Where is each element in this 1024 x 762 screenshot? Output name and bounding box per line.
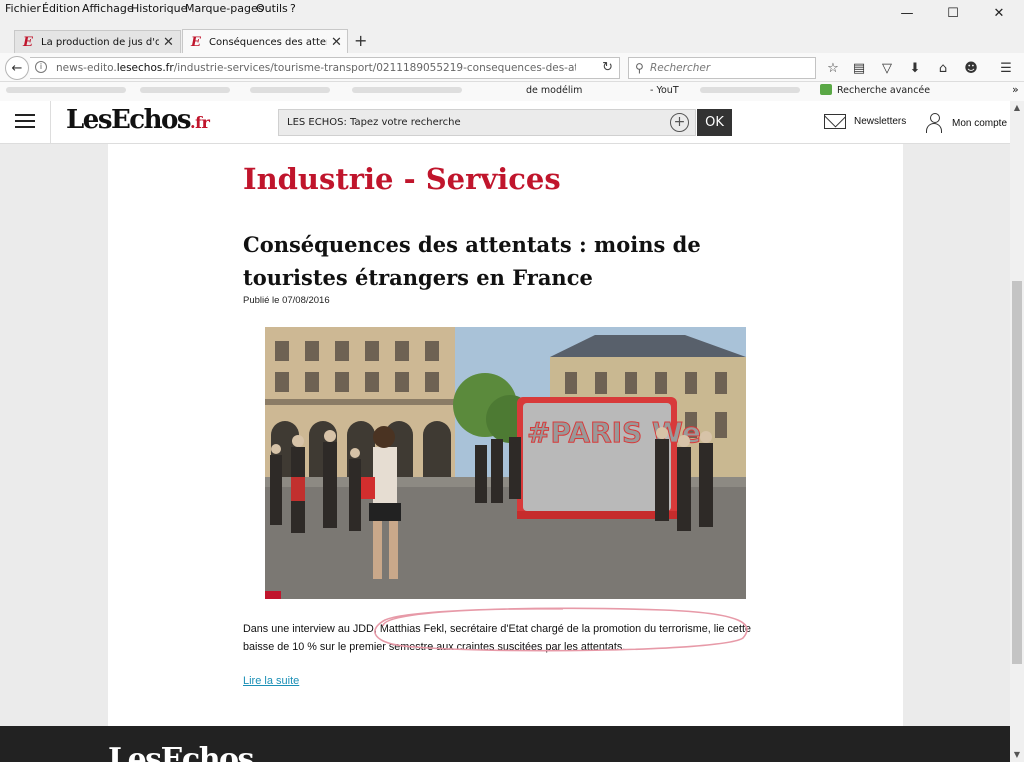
hamburger-menu-icon[interactable]: ☰ bbox=[996, 58, 1016, 78]
section-title[interactable]: Industrie - Services bbox=[243, 162, 561, 196]
bookmark-blurred[interactable] bbox=[352, 87, 462, 93]
search-placeholder: Rechercher bbox=[650, 62, 711, 74]
tab-title: Conséquences des attenta... bbox=[209, 36, 327, 48]
bookmarks-overflow-icon[interactable]: » bbox=[1012, 83, 1019, 96]
lesechos-favicon-icon: E bbox=[191, 34, 201, 50]
footer-logo[interactable]: LesEchos bbox=[108, 742, 254, 762]
scrollbar-thumb[interactable] bbox=[1012, 281, 1022, 664]
bookmark-blurred[interactable] bbox=[140, 87, 230, 93]
smiley-icon[interactable]: ☻ bbox=[961, 58, 981, 78]
speech-bubble-icon bbox=[820, 84, 832, 95]
bookmark-blurred[interactable] bbox=[6, 87, 126, 93]
search-icon: ⚲ bbox=[635, 61, 644, 75]
tab-close-icon[interactable]: ✕ bbox=[163, 35, 174, 50]
search-ok-button[interactable]: OK bbox=[697, 109, 732, 136]
window-controls: — ☐ ✕ bbox=[884, 0, 1024, 26]
web-page: LesEchos.fr LES ECHOS: Tapez votre reche… bbox=[0, 101, 1010, 762]
site-search-input[interactable]: LES ECHOS: Tapez votre recherche + bbox=[278, 109, 696, 136]
bookmarks-toolbar: de modélim - YouT Recherche avancée » bbox=[0, 82, 1024, 101]
browser-search-input[interactable]: ⚲ Rechercher bbox=[628, 57, 816, 79]
new-tab-button[interactable]: + bbox=[354, 31, 367, 50]
article-photo: #PARIS We bbox=[265, 327, 746, 599]
navigation-bar: ← i news-edito.lesechos.fr/industrie-ser… bbox=[0, 53, 1024, 82]
envelope-icon bbox=[824, 114, 846, 129]
menu-help[interactable]: ? bbox=[290, 2, 296, 15]
browser-chrome: Fichier Édition Affichage Historique Mar… bbox=[0, 0, 1024, 101]
maximize-button[interactable]: ☐ bbox=[930, 0, 976, 26]
menu-historique[interactable]: Historique bbox=[131, 2, 187, 15]
publication-date: Publié le 07/08/2016 bbox=[243, 295, 330, 306]
menu-affichage[interactable]: Affichage bbox=[82, 2, 134, 15]
bookmark-item[interactable]: de modélim bbox=[526, 85, 582, 96]
newsletters-link[interactable]: Newsletters bbox=[824, 114, 906, 129]
divider bbox=[50, 101, 51, 144]
back-button[interactable]: ← bbox=[5, 56, 29, 80]
article-summary: Dans une interview au JDD, Matthias Fekl… bbox=[243, 623, 751, 653]
minimize-button[interactable]: — bbox=[884, 0, 930, 26]
sculpture-text: #PARIS We bbox=[527, 416, 701, 449]
home-icon[interactable]: ⌂ bbox=[933, 58, 953, 78]
user-icon bbox=[926, 113, 944, 133]
bookmark-star-icon[interactable]: ☆ bbox=[823, 58, 843, 78]
article-content: Industrie - Services Conséquences des at… bbox=[108, 144, 903, 726]
tab-jus-orange[interactable]: E La production de jus d'ora... ✕ bbox=[14, 30, 181, 54]
bookmark-blurred[interactable] bbox=[700, 87, 800, 93]
menu-outils[interactable]: Outils bbox=[256, 2, 288, 15]
scroll-down-icon[interactable]: ▼ bbox=[1010, 748, 1024, 762]
site-footer: LesEchos bbox=[0, 726, 1010, 762]
menu-edition[interactable]: Édition bbox=[42, 2, 80, 15]
site-menu-icon[interactable] bbox=[15, 114, 35, 129]
reload-icon[interactable]: ↻ bbox=[602, 60, 613, 75]
site-header: LesEchos.fr LES ECHOS: Tapez votre reche… bbox=[0, 101, 1010, 144]
arrow-left-icon: ← bbox=[11, 60, 23, 76]
pocket-icon[interactable]: ▽ bbox=[877, 58, 897, 78]
minimize-icon: — bbox=[900, 5, 914, 21]
account-label: Mon compte bbox=[952, 117, 1008, 129]
tab-strip: E La production de jus d'ora... ✕ E Cons… bbox=[0, 26, 1024, 54]
article-headline: Conséquences des attentats : moins de to… bbox=[243, 232, 701, 290]
bookmark-blurred[interactable] bbox=[250, 87, 330, 93]
url-text: news-edito.lesechos.fr/industrie-service… bbox=[56, 62, 576, 74]
plus-circle-icon[interactable]: + bbox=[670, 113, 689, 132]
newsletters-label: Newsletters bbox=[854, 116, 907, 127]
close-icon: ✕ bbox=[993, 5, 1005, 21]
tab-consequences-attentats[interactable]: E Conséquences des attenta... ✕ bbox=[182, 29, 348, 54]
menu-fichier[interactable]: Fichier bbox=[5, 2, 41, 15]
bookmark-item[interactable]: - YouT bbox=[650, 85, 679, 96]
menu-bar: Fichier Édition Affichage Historique Mar… bbox=[0, 0, 1024, 22]
menu-marque-pages[interactable]: Marque-pages bbox=[185, 2, 263, 15]
bookmark-recherche-avancee[interactable]: Recherche avancée bbox=[837, 85, 930, 96]
download-icon[interactable]: ⬇ bbox=[905, 58, 925, 78]
site-search-placeholder: LES ECHOS: Tapez votre recherche bbox=[287, 117, 461, 128]
account-link[interactable]: Mon compte bbox=[926, 113, 1007, 133]
scroll-up-icon[interactable]: ▲ bbox=[1010, 101, 1024, 115]
reading-list-icon[interactable]: ▤ bbox=[849, 58, 869, 78]
read-more-link[interactable]: Lire la suite bbox=[243, 675, 299, 687]
close-window-button[interactable]: ✕ bbox=[976, 0, 1022, 26]
lesechos-favicon-icon: E bbox=[23, 35, 33, 50]
url-bar[interactable]: i news-edito.lesechos.fr/industrie-servi… bbox=[30, 57, 620, 79]
vertical-scrollbar[interactable]: ▲ ▼ bbox=[1010, 101, 1024, 762]
maximize-icon: ☐ bbox=[947, 5, 959, 21]
lesechos-logo[interactable]: LesEchos.fr bbox=[66, 105, 210, 135]
tab-title: La production de jus d'ora... bbox=[41, 37, 159, 48]
tab-close-icon[interactable]: ✕ bbox=[331, 35, 342, 50]
info-icon[interactable]: i bbox=[35, 61, 47, 73]
